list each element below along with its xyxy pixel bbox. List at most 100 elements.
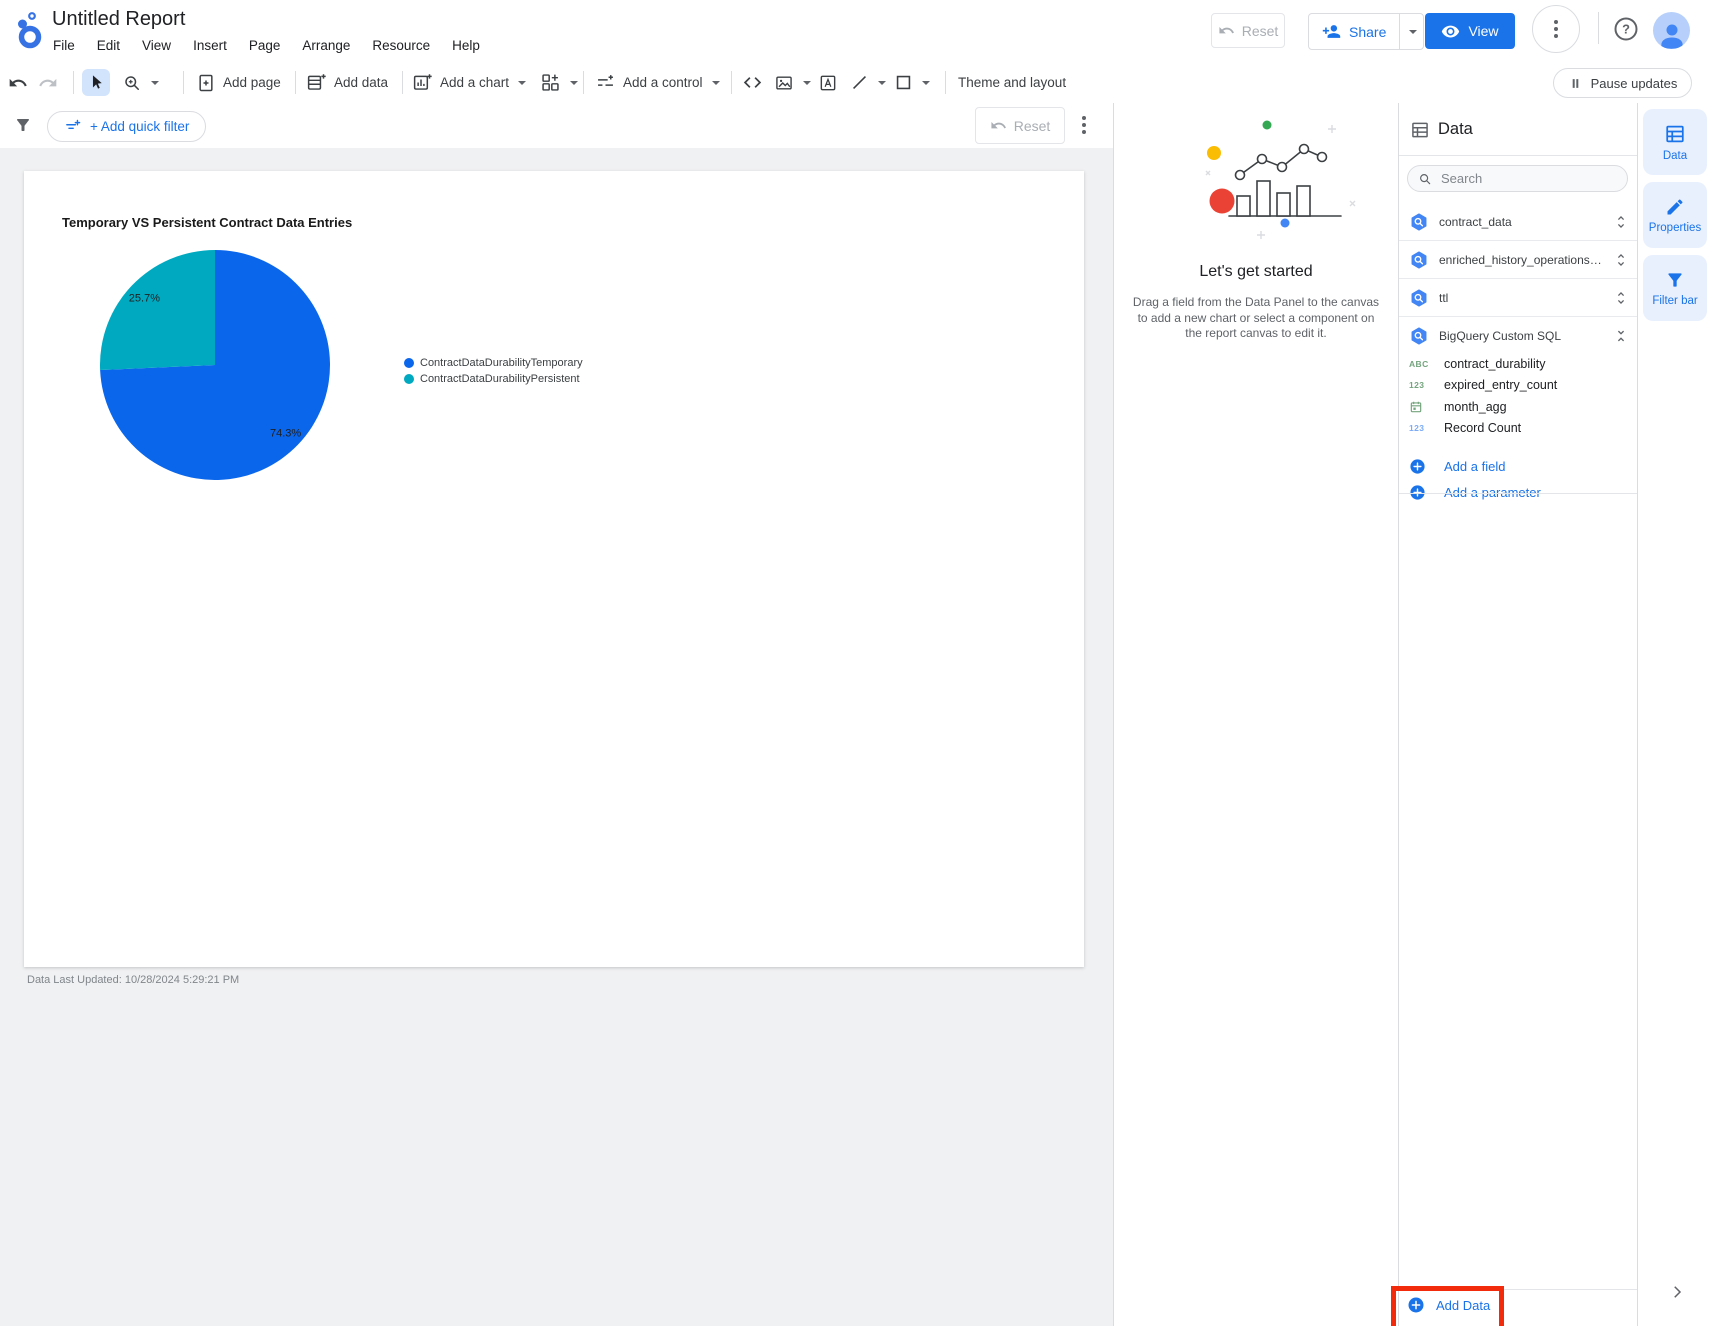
community-viz-icon [542,74,559,91]
menu-page[interactable]: Page [238,34,292,57]
add-chart-button[interactable]: Add a chart [412,62,527,103]
shape-tool-button[interactable] [894,62,930,103]
field-list: ABC contract_durability 123 expired_entry_c… [1399,353,1637,505]
menu-resource[interactable]: Resource [361,34,441,57]
unfold-more-button[interactable] [1613,214,1629,230]
url-embed-button[interactable] [742,62,763,103]
search-input[interactable] [1438,170,1617,187]
image-button[interactable] [774,62,811,103]
filter-reset-label: Reset [1013,117,1051,134]
filter-reset-button[interactable]: Reset [975,107,1065,144]
chart-doodle-illustration [1204,113,1374,248]
zoom-in-icon [125,75,139,90]
person-icon [1660,24,1683,49]
data-source-row[interactable]: contract_data [1399,203,1637,241]
redo-button[interactable] [38,62,58,103]
filter-bar-more-button[interactable] [1080,114,1088,136]
data-source-list: contract_data enriched_history_operations… [1399,203,1637,355]
add-a-field-button[interactable]: Add a field [1399,453,1637,479]
data-panel-title: Data [1438,120,1473,138]
data-source-row[interactable]: ttl [1399,279,1637,317]
report-title[interactable]: Untitled Report [52,8,185,31]
date-type-icon [1409,400,1435,414]
legend-label: ContractDataDurabilityPersistent [420,373,580,385]
text-box-icon [820,75,836,90]
line-tool-button[interactable] [850,62,886,103]
menu-bar: File Edit View Insert Page Arrange Resource Hel… [42,34,491,57]
chevron-down-icon [711,80,720,85]
data-source-row[interactable]: enriched_history_operations_sorob... [1399,241,1637,279]
report-page[interactable]: Temporary VS Persistent Contract Data En… [24,171,1084,967]
add-a-parameter-label: Add a parameter [1444,484,1541,500]
field-name: Record Count [1444,421,1522,436]
tab-data[interactable]: Data [1643,109,1707,175]
share-dropdown-button[interactable] [1399,14,1423,49]
share-button[interactable]: Share [1308,13,1425,50]
unfold-more-icon [1617,215,1625,228]
app-header: Untitled Report File Edit View Insert Page Ar… [0,0,1712,63]
menu-insert[interactable]: Insert [182,34,238,57]
pause-updates-button[interactable]: Pause updates [1553,68,1692,98]
add-control-button[interactable]: Add a control [595,62,720,103]
image-icon [776,75,792,90]
add-a-parameter-button[interactable]: Add a parameter [1399,479,1637,505]
separator [1399,493,1637,494]
tab-filter-bar[interactable]: Filter bar [1643,255,1707,321]
reset-label: Reset [1241,22,1279,39]
legend-color-dot [404,358,414,368]
bigquery-icon [1411,288,1427,307]
chart-title: Temporary VS Persistent Contract Data En… [62,215,353,230]
community-visualizations-button[interactable] [540,62,578,103]
collapse-panel-button[interactable] [1668,1283,1686,1301]
add-data-button[interactable]: Add data [306,62,388,103]
menu-help[interactable]: Help [441,34,491,57]
undo-icon [991,121,1006,129]
line-icon [853,76,866,89]
tab-data-label: Data [1662,149,1688,162]
separator [945,71,946,94]
chevron-down-icon [570,80,578,85]
data-search-box[interactable] [1407,165,1628,192]
rectangle-icon [896,75,911,90]
unfold-more-button[interactable] [1613,290,1629,306]
more-options-button[interactable] [1532,5,1580,53]
pie-slice[interactable] [100,250,215,371]
menu-file[interactable]: File [42,34,86,57]
unfold-more-button[interactable] [1613,252,1629,268]
reset-button[interactable]: Reset [1211,13,1285,48]
help-button[interactable]: ? [1612,15,1640,43]
text-box-button[interactable] [818,62,838,103]
report-canvas[interactable]: Temporary VS Persistent Contract Data En… [0,148,1113,1326]
zoom-tool-button[interactable] [122,62,159,103]
filter-funnel-icon [14,116,32,134]
data-table-icon [1666,125,1684,142]
separator [183,71,184,94]
add-page-icon [199,74,213,91]
data-source-name: enriched_history_operations_sorob... [1439,252,1603,267]
embed-code-icon [743,77,762,88]
menu-arrange[interactable]: Arrange [291,34,361,57]
svg-text:?: ? [1622,22,1630,37]
data-source-row[interactable]: BigQuery Custom SQL [1399,317,1637,355]
field-row[interactable]: ABC contract_durability [1399,353,1637,375]
field-name: expired_entry_count [1444,378,1558,393]
theme-layout-label: Theme and layout [958,75,1067,90]
undo-button[interactable] [8,62,28,103]
field-row[interactable]: 123 expired_entry_count [1399,375,1637,397]
field-row[interactable]: month_agg [1399,396,1637,418]
unfold-less-button[interactable] [1613,328,1629,344]
pie-chart[interactable]: 74.3% 25.7% [100,250,330,480]
theme-and-layout-button[interactable]: Theme and layout [958,62,1066,103]
tab-properties[interactable]: Properties [1643,182,1707,248]
add-page-button[interactable]: Add page [196,62,281,103]
field-row[interactable]: 123 Record Count [1399,418,1637,440]
select-tool-button[interactable] [82,69,110,96]
view-button[interactable]: View [1425,13,1515,49]
calendar-icon [1410,401,1422,412]
unfold-more-icon [1617,253,1625,266]
menu-view[interactable]: View [131,34,182,57]
menu-edit[interactable]: Edit [86,34,131,57]
separator [73,71,74,94]
add-quick-filter-button[interactable]: + Add quick filter [47,111,207,142]
user-avatar[interactable] [1653,12,1690,49]
